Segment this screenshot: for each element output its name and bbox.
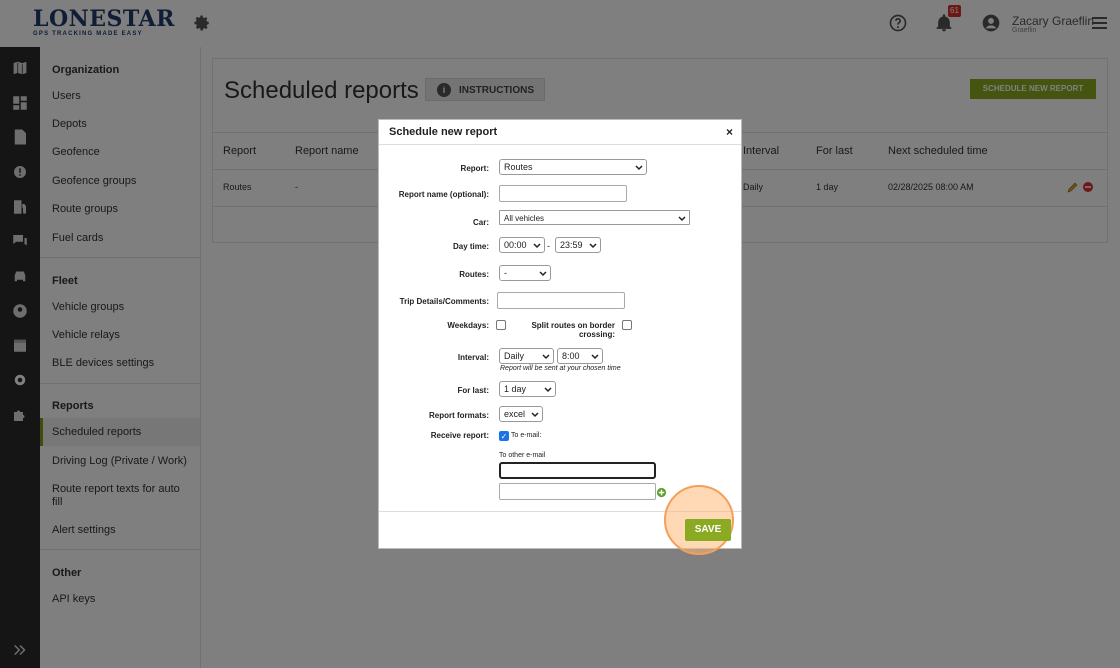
chevron-down-icon xyxy=(589,243,597,249)
other-email-input-2[interactable] xyxy=(499,483,656,500)
routes-select-value: - xyxy=(504,268,507,278)
interval-time-select[interactable]: 8:00 xyxy=(557,348,603,364)
interval-note: Report will be sent at your chosen time xyxy=(500,365,621,372)
label-routes: Routes: xyxy=(459,270,489,279)
chevron-down-icon xyxy=(635,165,643,171)
label-interval: Interval: xyxy=(457,353,489,362)
to-email-label: To e-mail: xyxy=(511,432,542,439)
label-car: Car: xyxy=(472,218,489,227)
chevron-down-icon xyxy=(533,243,541,249)
label-split-routes: Split routes on border crossing: xyxy=(531,321,615,339)
for-last-select[interactable]: 1 day xyxy=(499,381,556,397)
label-receive-report: Receive report: xyxy=(430,431,489,440)
report-name-input[interactable] xyxy=(499,185,627,202)
chevron-down-icon xyxy=(678,216,686,222)
interval-select-value: Daily xyxy=(504,351,525,361)
save-button[interactable]: SAVE xyxy=(685,519,731,541)
label-report-formats: Report formats: xyxy=(428,411,489,420)
time-from-select[interactable]: 00:00 xyxy=(499,237,545,253)
car-select[interactable]: All vehicles xyxy=(499,210,690,225)
chevron-down-icon xyxy=(542,354,550,360)
time-to-select[interactable]: 23:59 xyxy=(555,237,601,253)
label-report: Report: xyxy=(460,164,489,173)
chevron-down-icon xyxy=(531,412,539,418)
label-trip-details: Trip Details/Comments: xyxy=(399,297,489,306)
chevron-down-icon xyxy=(539,271,547,277)
report-select[interactable]: Routes xyxy=(499,159,647,175)
chevron-down-icon xyxy=(591,354,599,360)
close-icon[interactable]: × xyxy=(726,125,733,139)
split-routes-checkbox[interactable] xyxy=(622,320,632,330)
label-report-name: Report name (optional): xyxy=(398,190,489,199)
other-email-input[interactable] xyxy=(499,462,656,479)
format-select-value: excel xyxy=(504,409,526,419)
to-email-checkbox[interactable]: ✓ xyxy=(499,431,509,441)
label-day-time: Day time: xyxy=(452,242,489,251)
add-email-icon[interactable] xyxy=(656,487,667,498)
to-other-email-label: To other e-mail xyxy=(499,452,546,459)
time-separator: - xyxy=(547,241,550,251)
trip-details-input[interactable] xyxy=(497,292,625,309)
time-to-value: 23:59 xyxy=(560,240,583,250)
report-select-value: Routes xyxy=(504,162,533,172)
weekdays-checkbox[interactable] xyxy=(496,320,506,330)
time-from-value: 00:00 xyxy=(504,240,527,250)
modal-title: Schedule new report xyxy=(389,126,498,138)
routes-select[interactable]: - xyxy=(499,265,551,281)
interval-select[interactable]: Daily xyxy=(499,348,554,364)
format-select[interactable]: excel xyxy=(499,406,543,422)
interval-time-value: 8:00 xyxy=(562,351,580,361)
label-for-last: For last: xyxy=(457,386,489,395)
car-select-value: All vehicles xyxy=(504,214,545,223)
label-weekdays: Weekdays: xyxy=(447,321,489,330)
chevron-down-icon xyxy=(544,387,552,393)
modal-divider xyxy=(379,144,741,145)
for-last-select-value: 1 day xyxy=(504,384,527,394)
